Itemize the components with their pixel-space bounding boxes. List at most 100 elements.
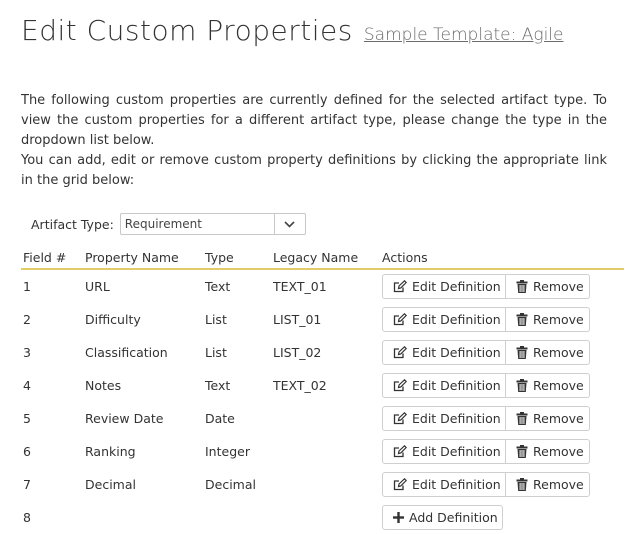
edit-definition-label: Edit Definition — [412, 312, 501, 327]
legacy-name: TEXT_01 — [273, 279, 327, 294]
field-number: 8 — [23, 510, 31, 525]
artifact-type-filter: Artifact Type: Requirement — [31, 212, 306, 236]
plus-icon — [393, 512, 404, 523]
property-type: Decimal — [205, 477, 256, 492]
row-actions: Edit Definition Remove — [380, 468, 624, 501]
header-field-number: Field # — [21, 247, 83, 270]
edit-icon — [393, 379, 407, 392]
remove-label: Remove — [533, 477, 584, 492]
field-number: 6 — [23, 444, 31, 459]
edit-definition-label: Edit Definition — [412, 411, 501, 426]
field-number: 7 — [23, 477, 31, 492]
field-number: 1 — [23, 279, 31, 294]
remove-button[interactable]: Remove — [506, 472, 590, 497]
remove-label: Remove — [533, 444, 584, 459]
trash-icon — [516, 346, 528, 359]
remove-button[interactable]: Remove — [506, 439, 590, 464]
add-row: 8 Add Definition — [21, 501, 624, 534]
edit-definition-button[interactable]: Edit Definition — [382, 274, 506, 299]
edit-definition-label: Edit Definition — [412, 378, 501, 393]
edit-definition-button[interactable]: Edit Definition — [382, 472, 506, 497]
remove-label: Remove — [533, 411, 584, 426]
property-name: Review Date — [85, 411, 164, 426]
table-row: 3 Classification List LIST_02 Edit Definitio… — [21, 336, 624, 369]
remove-button[interactable]: Remove — [506, 307, 590, 332]
table-row: 1 URL Text TEXT_01 Edit Definition Remove — [21, 269, 624, 303]
trash-icon — [516, 445, 528, 458]
legacy-name: LIST_02 — [273, 345, 322, 360]
table-row: 2 Difficulty List LIST_01 Edit Definition Rem… — [21, 303, 624, 336]
remove-button[interactable]: Remove — [506, 373, 590, 398]
legacy-name — [271, 435, 380, 468]
edit-definition-label: Edit Definition — [412, 444, 501, 459]
row-actions: Edit Definition Remove — [380, 303, 624, 336]
property-type: Text — [205, 279, 231, 294]
page-header: Edit Custom Properties Sample Template: … — [21, 14, 563, 47]
edit-definition-label: Edit Definition — [412, 279, 501, 294]
intro-paragraph-1: The following custom properties are curr… — [21, 93, 607, 148]
trash-icon — [516, 313, 528, 326]
legacy-name — [271, 468, 380, 501]
edit-definition-label: Edit Definition — [412, 477, 501, 492]
property-type: List — [205, 345, 227, 360]
intro-text: The following custom properties are curr… — [21, 91, 607, 191]
legacy-name: TEXT_02 — [273, 378, 327, 393]
edit-icon — [393, 412, 407, 425]
header-type: Type — [203, 247, 271, 270]
remove-label: Remove — [533, 378, 584, 393]
add-definition-label: Add Definition — [409, 510, 498, 525]
table-row: 4 Notes Text TEXT_02 Edit Definition Remove — [21, 369, 624, 402]
edit-definition-button[interactable]: Edit Definition — [382, 406, 506, 431]
trash-icon — [516, 478, 528, 491]
property-type: Text — [205, 378, 231, 393]
template-link[interactable]: Sample Template: Agile — [364, 25, 564, 45]
remove-button[interactable]: Remove — [506, 274, 590, 299]
page-title: Edit Custom Properties — [21, 14, 353, 47]
table-row: 5 Review Date Date Edit Definition Remove — [21, 402, 624, 435]
add-actions: Add Definition — [380, 501, 624, 534]
field-number: 4 — [23, 378, 31, 393]
field-number: 3 — [23, 345, 31, 360]
table-row: 6 Ranking Integer Edit Definition Remove — [21, 435, 624, 468]
edit-definition-label: Edit Definition — [412, 345, 501, 360]
property-name: Decimal — [85, 477, 136, 492]
intro-paragraph-2: You can add, edit or remove custom prope… — [21, 153, 607, 188]
edit-icon — [393, 346, 407, 359]
property-name: Classification — [85, 345, 168, 360]
remove-label: Remove — [533, 312, 584, 327]
artifact-type-label: Artifact Type: — [31, 216, 114, 232]
edit-icon — [393, 445, 407, 458]
remove-label: Remove — [533, 345, 584, 360]
row-actions: Edit Definition Remove — [380, 435, 624, 468]
edit-definition-button[interactable]: Edit Definition — [382, 373, 506, 398]
edit-icon — [393, 478, 407, 491]
property-name: URL — [85, 279, 110, 294]
remove-button[interactable]: Remove — [506, 406, 590, 431]
edit-icon — [393, 313, 407, 326]
artifact-type-value: Requirement — [124, 217, 202, 231]
property-name: Ranking — [85, 444, 136, 459]
property-type: Date — [205, 411, 235, 426]
table-row: 7 Decimal Decimal Edit Definition Remove — [21, 468, 624, 501]
remove-label: Remove — [533, 279, 584, 294]
legacy-name: LIST_01 — [273, 312, 322, 327]
legacy-name — [271, 402, 380, 435]
edit-definition-button[interactable]: Edit Definition — [382, 340, 506, 365]
trash-icon — [516, 379, 528, 392]
edit-definition-button[interactable]: Edit Definition — [382, 439, 506, 464]
remove-button[interactable]: Remove — [506, 340, 590, 365]
trash-icon — [516, 412, 528, 425]
artifact-type-dropdown[interactable]: Requirement — [119, 213, 306, 235]
grid-header-row: Field # Property Name Type Legacy Name A… — [21, 247, 624, 270]
field-number: 5 — [23, 411, 31, 426]
property-name: Difficulty — [85, 312, 141, 327]
trash-icon — [516, 280, 528, 293]
property-type: Integer — [205, 444, 250, 459]
header-legacy-name: Legacy Name — [271, 247, 380, 270]
edit-definition-button[interactable]: Edit Definition — [382, 307, 506, 332]
row-actions: Edit Definition Remove — [380, 402, 624, 435]
add-definition-button[interactable]: Add Definition — [382, 505, 503, 530]
chevron-down-icon[interactable] — [273, 214, 305, 234]
header-property-name: Property Name — [83, 247, 203, 270]
property-name: Notes — [85, 378, 122, 393]
